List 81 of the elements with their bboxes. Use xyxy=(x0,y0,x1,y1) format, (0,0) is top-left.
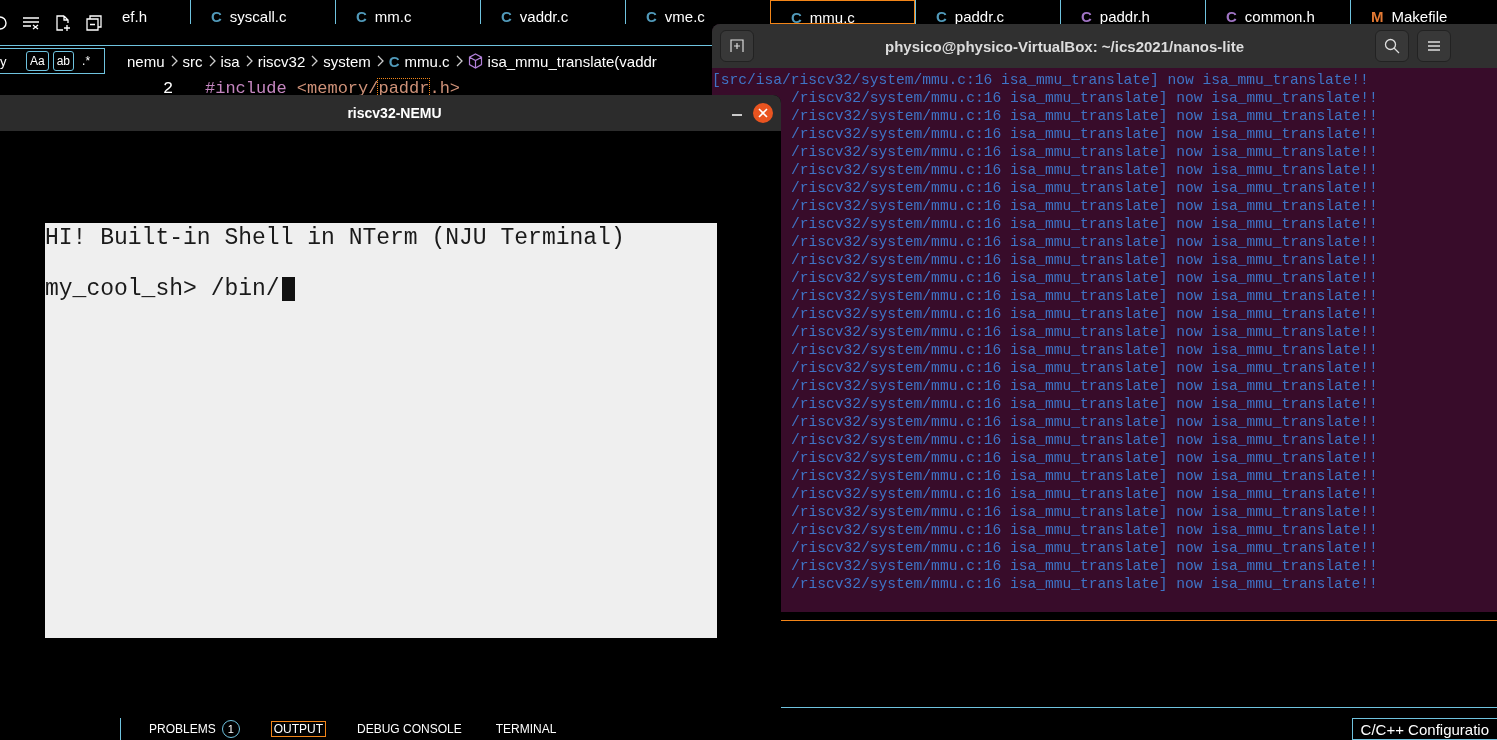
line-number: 2 xyxy=(163,79,175,98)
window-title: riscv32-NEMU xyxy=(346,105,443,121)
file-type-icon: C xyxy=(1226,8,1237,25)
terminal-output-line: /riscv32/system/mmu.c:16 isa_mmu_translate] now isa_mmu_translate!! xyxy=(791,144,1378,160)
text-cursor xyxy=(281,277,295,301)
breadcrumb-item[interactable]: system xyxy=(323,52,371,70)
terminal-output-line: /riscv32/system/mmu.c:16 isa_mmu_translate] now isa_mmu_translate!! xyxy=(791,90,1378,106)
search-option-toggle[interactable]: .* xyxy=(78,51,95,71)
terminal-output-line: /riscv32/system/mmu.c:16 isa_mmu_translate] now isa_mmu_translate!! xyxy=(791,288,1378,304)
terminal-output-line: /riscv32/system/mmu.c:16 isa_mmu_translate] now isa_mmu_translate!! xyxy=(791,540,1378,556)
terminal-output-line: /riscv32/system/mmu.c:16 isa_mmu_translate] now isa_mmu_translate!! xyxy=(791,504,1378,520)
terminal-output-line: /riscv32/system/mmu.c:16 isa_mmu_translate] now isa_mmu_translate!! xyxy=(791,468,1378,484)
terminal-output-line: /riscv32/system/mmu.c:16 isa_mmu_translate] now isa_mmu_translate!! xyxy=(791,432,1378,448)
terminal-output-line: /riscv32/system/mmu.c:16 isa_mmu_translate] now isa_mmu_translate!! xyxy=(791,522,1378,538)
terminal-output-line: /riscv32/system/mmu.c:16 isa_mmu_translate] now isa_mmu_translate!! xyxy=(791,450,1378,466)
terminal-output-line: /riscv32/system/mmu.c:16 isa_mmu_translate] now isa_mmu_translate!! xyxy=(791,162,1378,178)
menu-icon xyxy=(1428,41,1440,51)
file-type-icon: C xyxy=(646,8,657,25)
c-file-icon: C xyxy=(388,52,400,70)
editor-tab[interactable]: C mmu.c xyxy=(770,0,915,24)
search-field[interactable]: y Aa ab .* xyxy=(0,48,105,74)
chevron-icon xyxy=(310,55,319,67)
terminal-output-line: /riscv32/system/mmu.c:16 isa_mmu_translate] now isa_mmu_translate!! xyxy=(791,180,1378,196)
cube-icon xyxy=(467,53,483,69)
shell-text: my_cool_sh> /bin/ xyxy=(45,276,280,302)
file-type-icon: M xyxy=(1371,8,1384,25)
terminal-output-line: /riscv32/system/mmu.c:16 isa_mmu_translate] now isa_mmu_translate!! xyxy=(791,360,1378,376)
terminal-output-line: /riscv32/system/mmu.c:16 isa_mmu_translate] now isa_mmu_translate!! xyxy=(791,126,1378,142)
chevron-icon xyxy=(207,55,216,67)
close-icon xyxy=(758,108,768,118)
menu-button[interactable] xyxy=(1417,30,1451,62)
file-type-icon: C xyxy=(936,8,947,25)
terminal-output-line: /riscv32/system/mmu.c:16 isa_mmu_translate] now isa_mmu_translate!! xyxy=(791,198,1378,214)
panel-tab[interactable]: OUTPUT xyxy=(270,721,327,737)
chevron-icon xyxy=(244,55,253,67)
terminal-output-line: /riscv32/system/mmu.c:16 isa_mmu_translate] now isa_mmu_translate!! xyxy=(791,486,1378,502)
status-item[interactable]: C/C++ Configuratio xyxy=(1351,718,1497,740)
file-type-icon: C xyxy=(1081,8,1092,25)
breadcrumb-item[interactable]: isa_mmu_translate(vaddr xyxy=(487,52,657,70)
breadcrumb-item[interactable]: isa xyxy=(220,52,240,70)
terminal-output-line: /riscv32/system/mmu.c:16 isa_mmu_translate] now isa_mmu_translate!! xyxy=(791,558,1378,574)
breadcrumb-item[interactable]: nemu xyxy=(127,52,165,70)
terminal-output-line: /riscv32/system/mmu.c:16 isa_mmu_translate] now isa_mmu_translate!! xyxy=(791,576,1378,592)
breadcrumb-item[interactable]: src xyxy=(182,52,203,70)
terminal-output-line: /riscv32/system/mmu.c:16 isa_mmu_translate] now isa_mmu_translate!! xyxy=(791,396,1378,412)
search-icon xyxy=(1384,38,1400,54)
panel-tab[interactable]: PROBLEMS 1 xyxy=(146,719,243,739)
shell-text: HI! Built-in Shell in NTerm (NJU Terminal) xyxy=(45,225,625,251)
terminal-output-line: /riscv32/system/mmu.c:16 isa_mmu_translate] now isa_mmu_translate!! xyxy=(791,216,1378,232)
terminal-output-line: /riscv32/system/mmu.c:16 isa_mmu_translate] now isa_mmu_translate!! xyxy=(791,324,1378,340)
terminal-output-line: /riscv32/system/mmu.c:16 isa_mmu_translate] now isa_mmu_translate!! xyxy=(791,270,1378,286)
terminal-output-line: /riscv32/system/mmu.c:16 isa_mmu_translate] now isa_mmu_translate!! xyxy=(791,306,1378,322)
clear-list-icon[interactable] xyxy=(22,15,40,30)
terminal-output-line: /riscv32/system/mmu.c:16 isa_mmu_translate] now isa_mmu_translate!! xyxy=(791,378,1378,394)
window-title: physico@physico-VirtualBox: ~/ics2021/nanos-lite xyxy=(883,37,1246,55)
terminal-output-line: /riscv32/system/mmu.c:16 isa_mmu_translate] now isa_mmu_translate!! xyxy=(791,342,1378,358)
file-type-icon: C xyxy=(791,9,802,26)
search-option-toggle[interactable]: ab xyxy=(52,51,75,71)
new-file-icon[interactable] xyxy=(54,13,72,32)
breadcrumb-item[interactable]: riscv32 xyxy=(257,52,306,70)
new-tab-button[interactable] xyxy=(720,30,754,62)
file-type-icon: C xyxy=(501,8,512,25)
terminal-output-line: /riscv32/system/mmu.c:16 isa_mmu_translate] now isa_mmu_translate!! xyxy=(791,234,1378,250)
terminal-output-line: /riscv32/system/mmu.c:16 isa_mmu_translate] now isa_mmu_translate!! xyxy=(791,414,1378,430)
chevron-icon xyxy=(169,55,178,67)
panel-tab[interactable]: TERMINAL xyxy=(492,721,560,737)
panel-tab[interactable]: DEBUG CONSOLE xyxy=(354,721,465,737)
chevron-icon xyxy=(375,55,384,67)
terminal-output-line: /riscv32/system/mmu.c:16 isa_mmu_translate] now isa_mmu_translate!! xyxy=(791,108,1378,124)
breadcrumb-item[interactable]: mmu.c xyxy=(404,52,450,70)
terminal-output-line: /riscv32/system/mmu.c:16 isa_mmu_translate] now isa_mmu_translate!! xyxy=(791,252,1378,268)
new-tab-icon xyxy=(730,39,744,53)
terminal-output-line: [src/isa/riscv32/system/mmu.c:16 isa_mmu_translate] now isa_mmu_translate!! xyxy=(712,72,1369,88)
chevron-icon xyxy=(454,55,463,67)
code-line: #include <memory/paddr.h> xyxy=(205,79,461,98)
search-button[interactable] xyxy=(1375,30,1409,62)
collapse-icon[interactable] xyxy=(86,14,102,31)
file-type-icon: C xyxy=(211,8,222,25)
file-type-icon: C xyxy=(356,8,367,25)
search-option-toggle[interactable]: Aa xyxy=(26,51,49,71)
close-button[interactable] xyxy=(753,103,773,123)
